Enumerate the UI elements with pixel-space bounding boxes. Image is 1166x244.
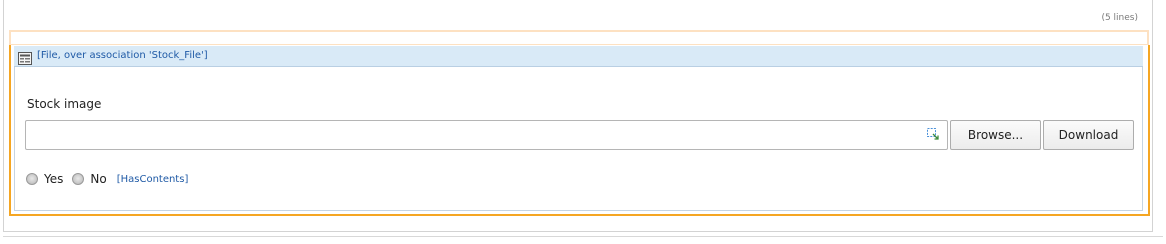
drop-target-indicator <box>9 30 1149 46</box>
no-radio[interactable] <box>72 173 85 185</box>
yes-radio[interactable] <box>26 173 38 185</box>
yes-radio-label[interactable]: Yes <box>44 172 63 186</box>
browse-button[interactable]: Browse... <box>950 120 1041 150</box>
bottom-spacer <box>0 236 1166 244</box>
no-radio-label[interactable]: No <box>90 172 106 186</box>
download-button[interactable]: Download <box>1043 120 1134 150</box>
file-link-icon[interactable] <box>926 126 940 140</box>
divider <box>3 236 1163 237</box>
has-contents-tag: [HasContents] <box>116 173 189 185</box>
has-contents-radio-group: Yes No [HasContents] <box>26 172 188 186</box>
line-count-label: (5 lines) <box>1101 13 1138 23</box>
stock-image-input[interactable] <box>25 120 948 150</box>
form-icon <box>18 50 32 65</box>
stock-image-label: Stock image <box>27 97 102 111</box>
widget-header-label: [File, over association 'Stock_File'] <box>37 50 208 61</box>
